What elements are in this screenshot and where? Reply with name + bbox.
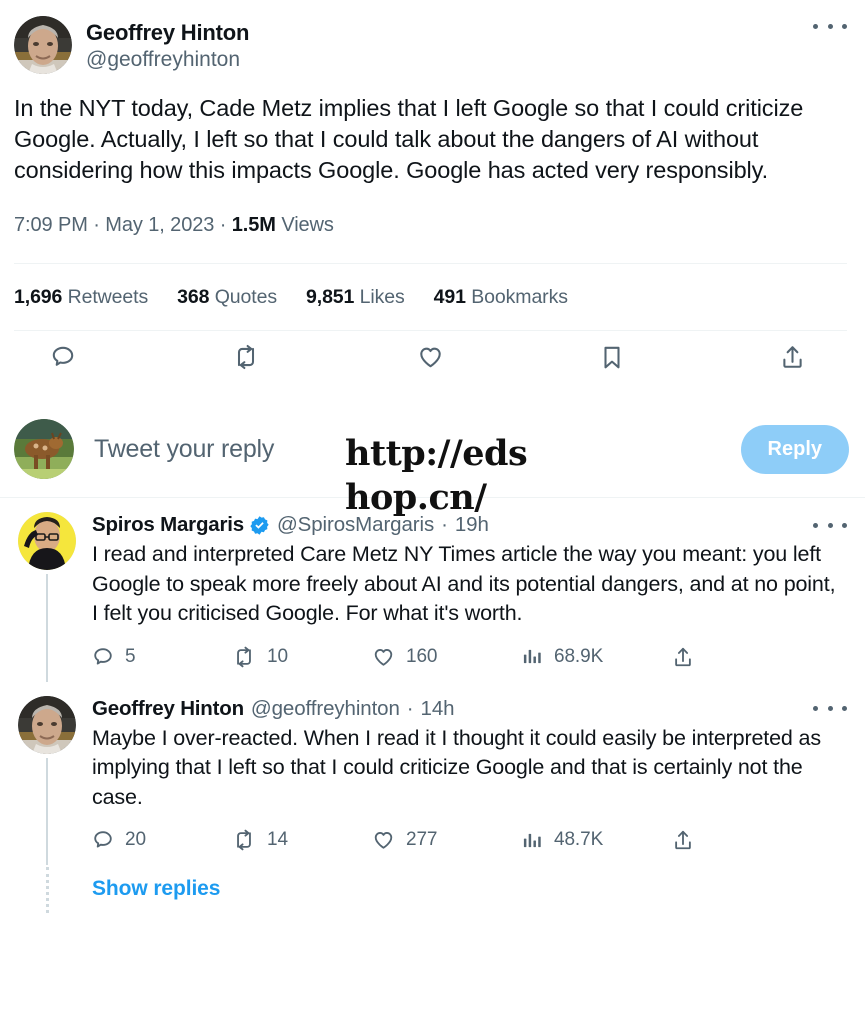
main-tweet-action-bar [14, 331, 847, 383]
thread-connector-line [46, 757, 48, 865]
spiros-margaris-avatar-photo[interactable] [18, 512, 76, 570]
show-replies-link[interactable]: Show replies [76, 865, 220, 901]
views-count: 68.9K [554, 645, 604, 667]
like-count: 160 [406, 645, 438, 667]
main-tweet-header: Geoffrey Hinton @geoffreyhinton [14, 16, 847, 74]
like-action[interactable] [417, 344, 444, 370]
like-action[interactable]: 277 [372, 829, 522, 851]
reply-text: I read and interpreted Care Metz NY Time… [92, 542, 836, 625]
retweet-action[interactable]: 10 [232, 646, 372, 668]
reply-action[interactable]: 20 [92, 829, 232, 851]
main-tweet-stats: 1,696 Retweets 368 Quotes 9,851 Likes 49… [14, 264, 847, 330]
main-tweet: Geoffrey Hinton @geoffreyhinton In the N… [0, 0, 865, 383]
views-action[interactable]: 48.7K [522, 829, 672, 851]
reply-separator: · [441, 513, 448, 536]
reply-author-name[interactable]: Spiros Margaris [92, 512, 244, 538]
views-action[interactable]: 68.9K [522, 646, 672, 668]
reply-separator: · [406, 696, 414, 720]
thread-connector-line [46, 574, 48, 682]
share-action[interactable] [780, 344, 805, 370]
share-action[interactable] [672, 829, 694, 851]
views-count: 48.7K [554, 829, 604, 850]
more-options-icon[interactable] [813, 515, 847, 535]
main-tweet-author-block: Geoffrey Hinton @geoffreyhinton [86, 16, 813, 74]
meta-separator-2: · [219, 214, 227, 236]
meta-separator-1: · [93, 214, 100, 236]
reply-header: Spiros Margaris @SpirosMargaris · 19h [92, 512, 847, 538]
main-tweet-metadata: 7:09 PM · May 1, 2023 · 1.5M Views [14, 214, 847, 237]
retweet-action[interactable] [232, 344, 260, 370]
main-tweet-text: In the NYT today, Cade Metz implies that… [14, 95, 804, 183]
stat-retweets[interactable]: 1,696 Retweets [14, 286, 148, 309]
reply-author-handle[interactable]: @geoffreyhinton [251, 696, 400, 722]
geoffrey-hinton-avatar-photo[interactable] [18, 695, 76, 754]
reply-header: Geoffrey Hinton @geoffreyhinton · 14h [92, 696, 847, 722]
stat-quotes[interactable]: 368 Quotes [177, 286, 277, 309]
reply-submit-button[interactable]: Reply [740, 424, 849, 474]
tweet-detail-page: Geoffrey Hinton @geoffreyhinton In the N… [0, 0, 865, 1022]
reply-count: 5 [125, 645, 136, 667]
stat-likes[interactable]: 9,851 Likes [306, 286, 405, 309]
thread-dotted-line [45, 867, 49, 913]
bookmark-action[interactable] [600, 344, 624, 370]
stat-quotes-count: 368 [177, 286, 210, 308]
retweet-action[interactable]: 14 [232, 829, 372, 851]
stat-bookmarks[interactable]: 491 Bookmarks [434, 286, 568, 309]
reply-thread-column [18, 695, 76, 865]
retweet-count: 14 [267, 829, 288, 850]
tweet-date: May 1, 2023 [105, 214, 215, 236]
reply-author-name[interactable]: Geoffrey Hinton [92, 696, 244, 722]
reply-item: Geoffrey Hinton @geoffreyhinton · 14h Ma… [0, 682, 865, 866]
reply-action[interactable] [50, 344, 76, 370]
more-options-icon[interactable] [813, 699, 847, 719]
like-action[interactable]: 160 [372, 646, 522, 668]
share-action[interactable] [672, 646, 694, 668]
stat-likes-count: 9,851 [306, 286, 355, 308]
stat-bookmarks-count: 491 [433, 286, 466, 308]
tweet-time: 7:09 PM [14, 214, 88, 236]
reply-action-bar: 5 10 160 68.9K [92, 646, 847, 678]
reply-input-placeholder[interactable]: Tweet your reply [94, 435, 741, 464]
reply-timestamp[interactable]: 14h [421, 696, 455, 722]
current-user-deer-avatar-photo[interactable] [14, 419, 74, 479]
more-options-icon[interactable] [813, 16, 847, 36]
reply-content: Spiros Margaris @SpirosMargaris · 19h I … [76, 512, 847, 682]
reply-action-bar: 20 14 277 48.7K [92, 829, 847, 861]
reply-composer[interactable]: Tweet your reply Reply [0, 403, 865, 497]
reply-author-handle[interactable]: @SpirosMargaris [277, 512, 434, 538]
reply-content: Geoffrey Hinton @geoffreyhinton · 14h Ma… [76, 696, 847, 866]
thread-dots-column [18, 865, 76, 913]
author-handle[interactable]: @geoffreyhinton [86, 46, 813, 74]
stat-retweets-count: 1,696 [14, 286, 63, 308]
reply-thread-column [18, 512, 76, 682]
stat-bookmarks-label: Bookmarks [471, 286, 568, 308]
show-replies-row[interactable]: Show replies [0, 865, 865, 913]
stat-retweets-label: Retweets [67, 286, 149, 308]
views-label: Views [281, 214, 334, 236]
reply-item: Spiros Margaris @SpirosMargaris · 19h I … [0, 498, 865, 682]
reply-count: 20 [125, 829, 146, 850]
retweet-count: 10 [267, 645, 288, 667]
author-display-name[interactable]: Geoffrey Hinton [86, 19, 813, 46]
reply-action[interactable]: 5 [92, 646, 232, 668]
stat-quotes-label: Quotes [214, 286, 277, 308]
stat-likes-label: Likes [359, 286, 405, 308]
like-count: 277 [406, 829, 438, 850]
reply-timestamp[interactable]: 19h [455, 512, 489, 538]
geoffrey-hinton-avatar-photo[interactable] [14, 16, 72, 74]
views-count: 1.5M [231, 214, 276, 236]
verified-badge-icon [249, 515, 270, 536]
reply-text: Maybe I over-reacted. When I read it I t… [92, 725, 821, 809]
